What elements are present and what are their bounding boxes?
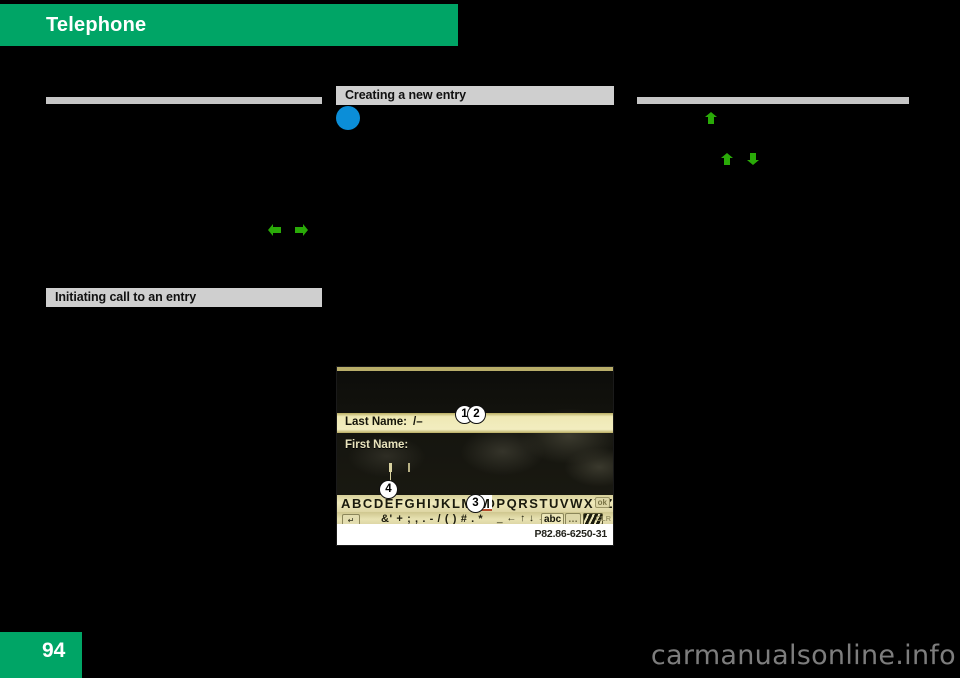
heading-creating-a-new-entry: Creating a new entry [336, 86, 614, 105]
green-arrow-left-icon [267, 223, 282, 237]
figure-caption: P82.86-6250-31 [534, 528, 607, 540]
step-bullet-icon [336, 106, 360, 130]
page-number: 94 [42, 639, 66, 662]
site-watermark: carmanualsonline.info [650, 640, 956, 671]
callout-4: 4 [379, 480, 398, 499]
manual-page: Telephone Creating a new entry Initiatin… [0, 0, 960, 678]
clear-key[interactable]: CLR [596, 514, 611, 523]
heading-creating-label: Creating a new entry [345, 88, 466, 102]
green-arrow-right-icon [294, 223, 309, 237]
heading-initiating-label: Initiating call to an entry [55, 290, 197, 304]
last-name-value: /– [413, 416, 423, 428]
first-name-label: First Name: [345, 439, 409, 451]
green-arrow-up-icon-1 [704, 111, 719, 125]
left-column-rule [46, 97, 322, 104]
chapter-banner: Telephone [0, 4, 458, 46]
figure-nav-screenshot: Last Name: /– First Name: ABCDEFGHIJKLMN… [336, 366, 614, 546]
callout-2: 2 [467, 405, 486, 424]
green-arrow-down-icon [746, 152, 761, 166]
heading-initiating-call-to-an-entry: Initiating call to an entry [46, 288, 322, 307]
page-number-box [0, 632, 82, 678]
callout-3: 3 [466, 494, 485, 513]
chapter-title: Telephone [46, 14, 147, 36]
last-name-label: Last Name: [345, 416, 407, 428]
green-arrow-up-icon-2 [720, 152, 735, 166]
figure-caption-strip: P82.86-6250-31 [337, 524, 613, 545]
ok-key[interactable]: ok [594, 497, 610, 508]
right-column-rule [637, 97, 909, 104]
field-separator-icon [408, 463, 410, 472]
